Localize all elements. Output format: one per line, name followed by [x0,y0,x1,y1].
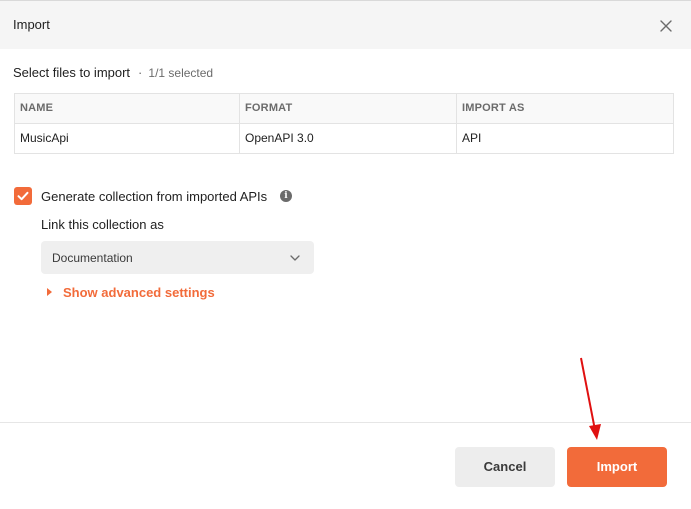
generate-collection-checkbox[interactable] [14,187,32,205]
dialog-header: Import [0,0,691,49]
cancel-button[interactable]: Cancel [455,447,555,487]
selection-heading: Select files to import [13,65,131,80]
select-value: Documentation [52,251,133,265]
caret-right-icon [47,288,52,296]
table-header-row: NAME FORMAT IMPORT AS [15,94,673,124]
selection-separator: · [138,65,143,80]
table-row[interactable]: MusicApi OpenAPI 3.0 API [15,124,673,154]
checkmark-icon [17,191,29,201]
chevron-down-icon [290,255,300,261]
column-header-import-as: IMPORT AS [462,102,525,114]
link-collection-label: Link this collection as [41,217,164,232]
info-icon[interactable]: i [280,190,292,202]
import-button[interactable]: Import [567,447,667,487]
files-table: NAME FORMAT IMPORT AS MusicApi OpenAPI 3… [14,93,674,154]
column-header-name: NAME [15,94,240,124]
close-icon[interactable] [656,16,676,36]
selection-count: 1/1 selected [148,66,214,80]
column-header-format: FORMAT [240,94,457,124]
dialog-title: Import [13,17,50,32]
cell-name: MusicApi [15,124,240,154]
link-collection-select[interactable]: Documentation [41,241,314,274]
annotation-arrow-icon [580,357,601,440]
selection-summary: Select files to import · 1/1 selected [13,65,213,80]
generate-collection-label[interactable]: Generate collection from imported APIs [41,189,267,204]
cell-format: OpenAPI 3.0 [240,124,457,154]
show-advanced-settings-label: Show advanced settings [63,285,215,300]
cell-import-as: API [462,131,482,145]
